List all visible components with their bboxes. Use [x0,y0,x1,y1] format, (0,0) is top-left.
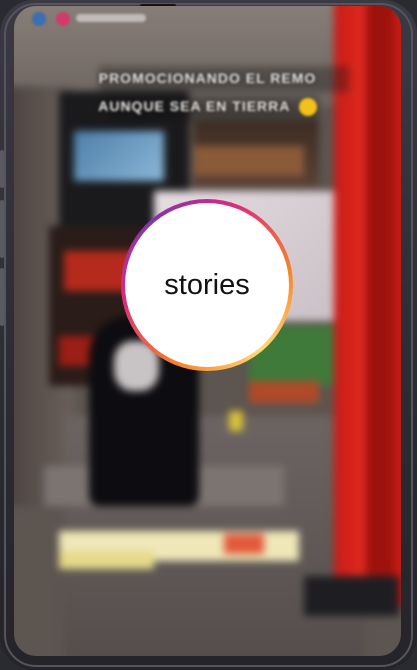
story-caption-line-1: PROMOCIONANDO EL REMO [98,70,317,86]
volume-down-button [0,268,4,326]
username-blurred[interactable] [76,14,146,22]
stories-circle[interactable]: stories [125,203,289,367]
profile-avatar-secondary[interactable] [56,12,70,26]
story-sticker-banner [56,532,296,552]
story-caption-line-2: AUNQUE SEA EN TIERRA [14,98,401,117]
profile-avatar[interactable] [32,12,46,26]
stories-ring-button[interactable]: stories [121,199,293,371]
volume-up-button [0,200,4,258]
stories-label: stories [164,268,250,301]
phone-frame: PROMOCIONANDO EL REMO AUNQUE SEA EN TIER… [0,0,417,670]
story-header [32,12,192,28]
mute-switch [0,150,4,188]
grinning-face-emoji-icon [298,98,317,117]
